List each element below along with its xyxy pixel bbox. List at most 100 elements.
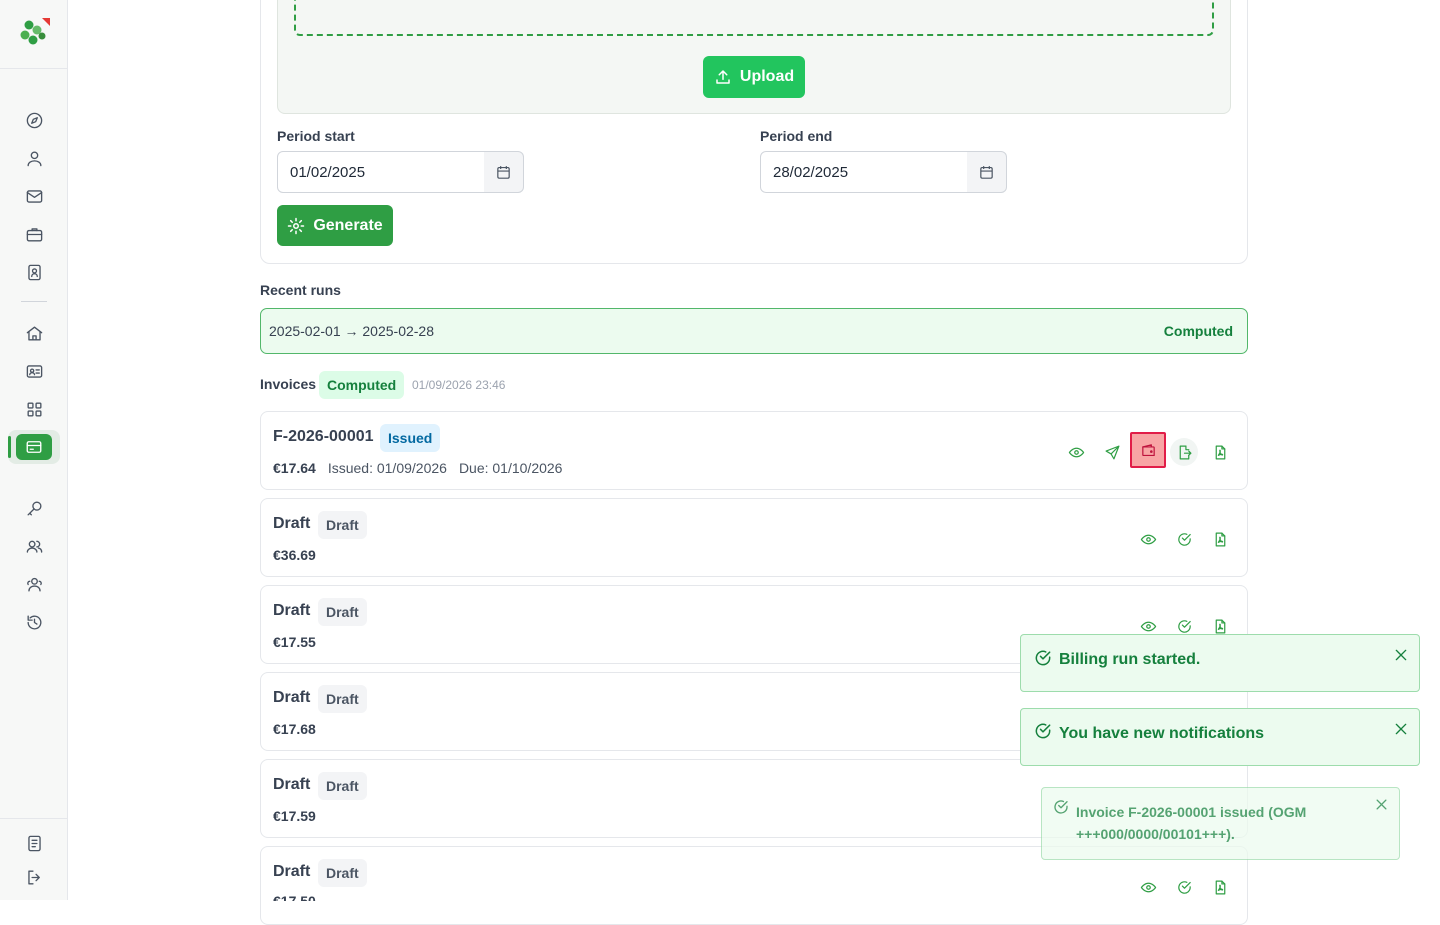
invoice-title: Draft	[273, 602, 311, 619]
toast-notification: Billing run started.	[1020, 634, 1420, 692]
upload-button-label: Upload	[739, 68, 795, 85]
grid-icon[interactable]	[22, 397, 46, 421]
users-icon[interactable]	[22, 534, 46, 558]
compass-icon[interactable]	[22, 108, 46, 132]
download-pdf-button[interactable]	[1206, 873, 1234, 901]
nav-active-indicator	[8, 436, 11, 458]
eye-icon	[1140, 534, 1156, 544]
key-icon[interactable]	[22, 496, 46, 520]
eye-icon	[1068, 447, 1084, 457]
pdf-file-icon	[1215, 880, 1225, 894]
sidebar-separator	[21, 301, 47, 302]
toast-message: You have new notifications	[1059, 725, 1265, 742]
invoices-status-badge: Computed	[319, 371, 405, 399]
pdf-file-icon	[1215, 445, 1225, 459]
wallet-icon	[1141, 443, 1155, 456]
record-payment-button[interactable]	[1130, 432, 1166, 468]
calendar-icon	[980, 165, 993, 179]
user-icon[interactable]	[22, 146, 46, 170]
invoice-status-badge: Draft	[318, 772, 367, 800]
invoice-details: €36.69	[273, 547, 316, 563]
send-icon	[1105, 445, 1119, 459]
sidebar-divider	[0, 68, 68, 69]
issue-invoice-button[interactable]	[1170, 525, 1198, 553]
period-end-label: Period end	[760, 128, 833, 144]
upload-icon	[716, 70, 730, 84]
period-start-label: Period start	[277, 128, 355, 144]
invoice-status-badge: Draft	[318, 598, 367, 626]
invoice-title: Draft	[273, 863, 311, 880]
period-start-input[interactable]: 01/02/2025	[277, 151, 485, 193]
download-pdf-button[interactable]	[1206, 438, 1234, 466]
generate-button-label: Generate	[313, 216, 383, 234]
invoice-details: €17.68	[273, 721, 316, 737]
mail-icon[interactable]	[22, 184, 46, 208]
check-circle-icon	[1177, 619, 1191, 633]
invoice-status-badge: Draft	[318, 511, 367, 539]
home-icon[interactable]	[22, 321, 46, 345]
invoice-details: €17.59	[273, 808, 316, 824]
invoice-status-badge: Issued	[380, 424, 441, 452]
period-start-calendar-button[interactable]	[484, 151, 524, 193]
view-invoice-button[interactable]	[1062, 438, 1090, 466]
invoice-title: Draft	[273, 689, 311, 706]
app-logo[interactable]	[18, 16, 52, 50]
invoice-status-badge: Draft	[318, 685, 367, 713]
view-invoice-button[interactable]	[1134, 525, 1162, 553]
history-icon[interactable]	[22, 610, 46, 634]
invoice-issued-date: Issued: 01/09/2026	[327, 460, 447, 476]
billing-icon[interactable]	[16, 434, 52, 460]
invoice-title: Draft	[273, 515, 311, 532]
send-invoice-button[interactable]	[1098, 438, 1126, 466]
generate-button[interactable]: Generate	[277, 205, 393, 246]
invoice-card: F-2026-00001 Issued €17.64 Issued: 01/09…	[260, 411, 1248, 490]
close-icon[interactable]	[1393, 647, 1409, 668]
sidebar-footer-divider	[0, 818, 68, 819]
recent-runs-label: Recent runs	[260, 282, 341, 298]
download-pdf-button[interactable]	[1206, 525, 1234, 553]
check-circle-icon	[1052, 798, 1070, 821]
invoice-title: F-2026-00001	[273, 428, 374, 445]
invoice-amount: €17.55	[273, 634, 316, 650]
eye-icon	[1140, 621, 1156, 631]
upload-dropzone[interactable]	[294, 0, 1214, 36]
issue-invoice-button[interactable]	[1170, 873, 1198, 901]
invoice-amount: €17.64	[273, 460, 316, 476]
check-circle-icon	[1033, 721, 1053, 746]
sidebar	[0, 0, 68, 900]
credit-note-button[interactable]	[1170, 438, 1198, 466]
logout-icon[interactable]	[22, 865, 46, 889]
toast-message-line: +++000/0000/00101+++).	[1076, 826, 1235, 842]
contact-book-icon[interactable]	[22, 260, 46, 284]
toast-message: Billing run started.	[1059, 651, 1201, 668]
close-icon[interactable]	[1374, 797, 1389, 817]
id-card-icon[interactable]	[22, 359, 46, 383]
close-icon[interactable]	[1393, 721, 1409, 742]
invoices-label: Invoices	[260, 376, 317, 392]
invoice-details: €17.55	[273, 634, 316, 650]
period-end-calendar-button[interactable]	[967, 151, 1007, 193]
check-circle-icon	[1033, 648, 1053, 673]
pdf-file-icon	[1215, 532, 1225, 546]
view-invoice-button[interactable]	[1134, 873, 1162, 901]
invoice-due-date: Due: 01/10/2026	[458, 460, 563, 476]
upload-button[interactable]: Upload	[703, 56, 805, 98]
group-icon[interactable]	[22, 572, 46, 596]
invoice-amount: €17.59	[273, 808, 316, 824]
invoice-amount: €36.69	[273, 547, 316, 563]
period-end-input[interactable]: 28/02/2025	[760, 151, 968, 193]
invoice-title: Draft	[273, 776, 311, 793]
calendar-icon	[497, 165, 510, 179]
invoice-amount: €17.68	[273, 721, 316, 737]
file-export-icon	[1179, 445, 1191, 459]
invoice-details: €17.64 Issued: 01/09/2026 Due: 01/10/202…	[273, 460, 562, 476]
check-circle-icon	[1177, 532, 1191, 546]
briefcase-icon[interactable]	[22, 222, 46, 246]
document-icon[interactable]	[22, 831, 46, 855]
check-circle-icon	[1177, 880, 1191, 894]
pdf-file-icon	[1215, 619, 1225, 633]
run-date-range: 2025-02-01 → 2025-02-28	[269, 323, 435, 339]
toast-notification: You have new notifications	[1020, 708, 1420, 766]
gear-icon	[288, 217, 305, 234]
recent-run-item[interactable]: 2025-02-01 → 2025-02-28 Computed	[260, 308, 1248, 354]
